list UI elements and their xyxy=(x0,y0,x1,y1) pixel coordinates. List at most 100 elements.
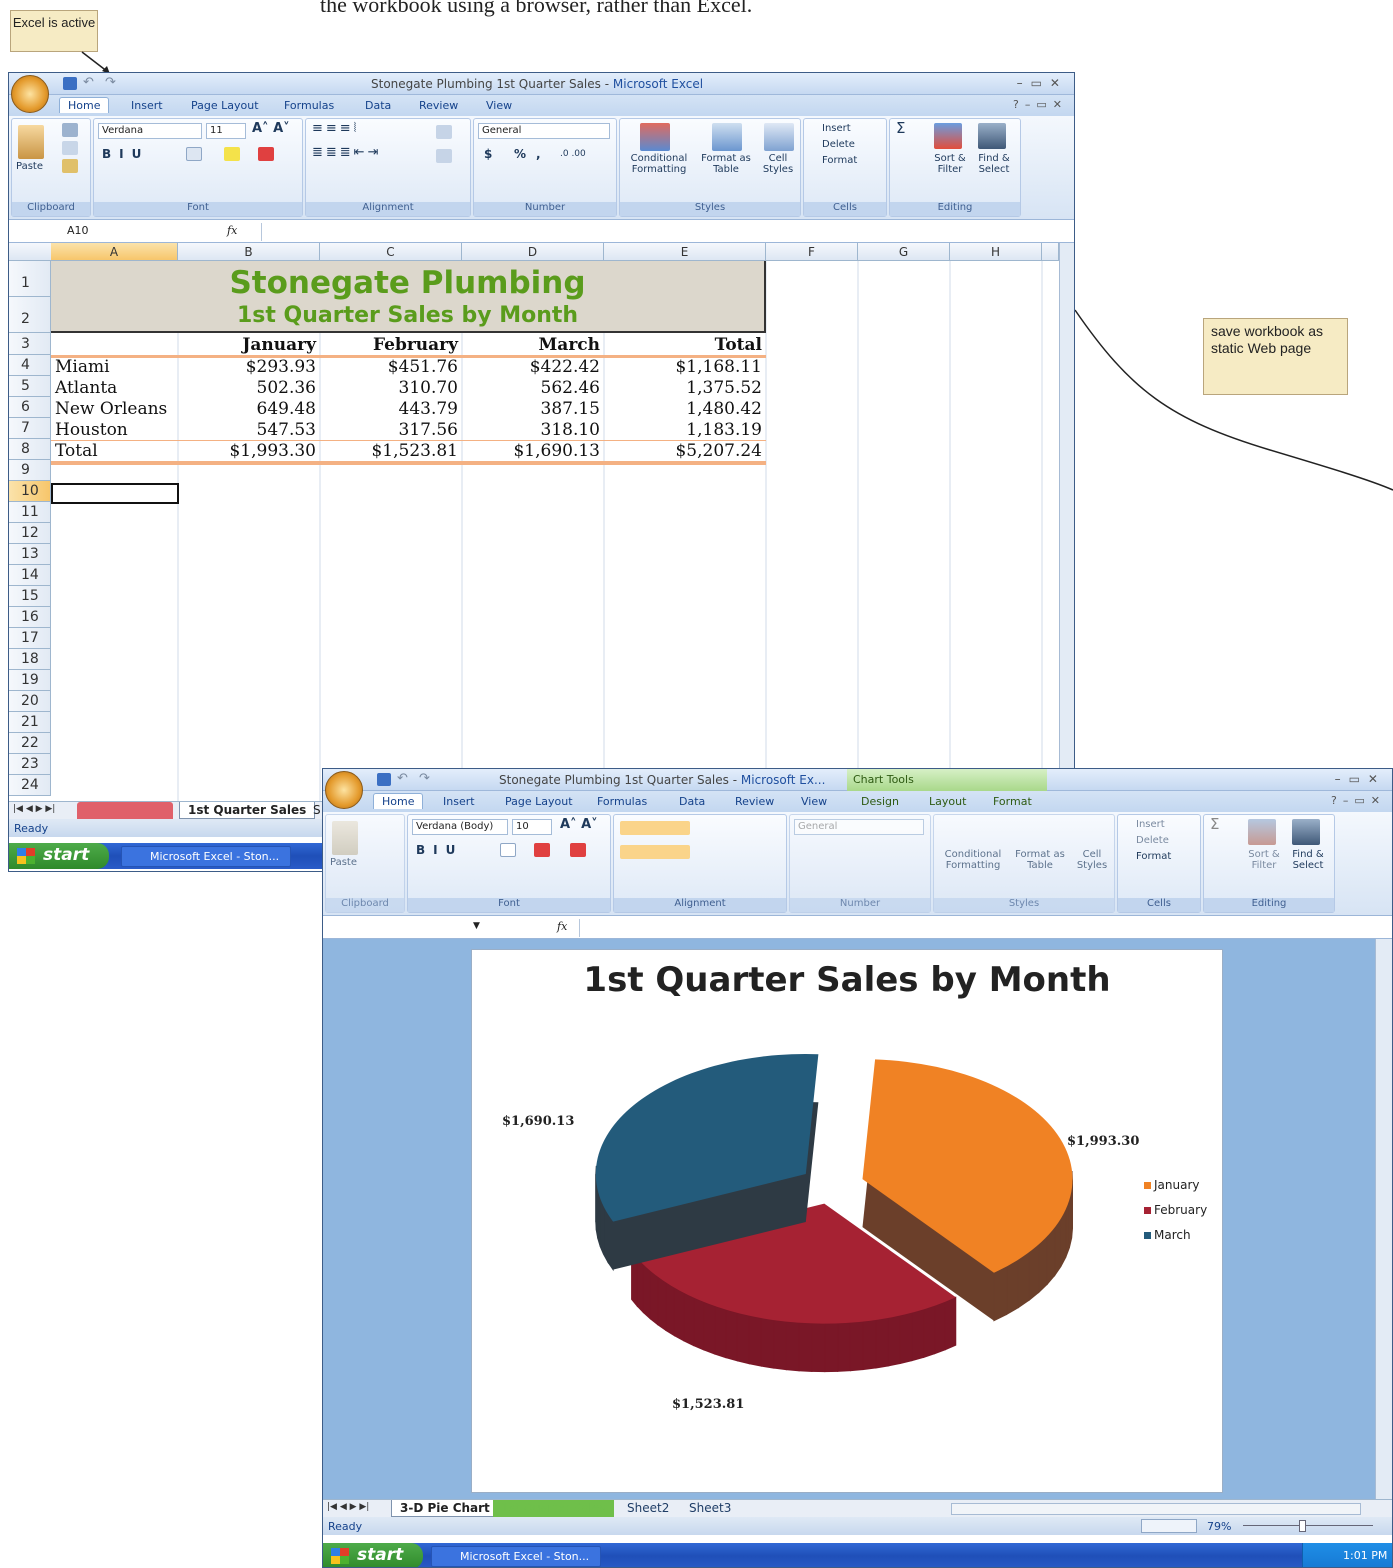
bold-italic-underline[interactable]: BIU xyxy=(102,148,149,160)
cell-styles-icon[interactable] xyxy=(764,123,794,151)
row-header[interactable]: 24 xyxy=(9,775,51,796)
binoculars-icon[interactable] xyxy=(978,123,1006,149)
align-top-icons[interactable]: ≡≡≡⦚ xyxy=(312,122,359,135)
row-header[interactable]: 21 xyxy=(9,712,51,733)
borders-icon[interactable] xyxy=(186,147,202,161)
zoom-thumb[interactable] xyxy=(1299,1520,1306,1532)
row-header[interactable]: 11 xyxy=(9,502,51,523)
column-header[interactable]: C xyxy=(320,243,462,261)
copy-icon[interactable] xyxy=(62,141,78,155)
column-header[interactable]: D xyxy=(462,243,604,261)
merge-center-icon[interactable] xyxy=(436,149,452,163)
row-header[interactable]: 4 xyxy=(9,355,51,376)
formula-input[interactable] xyxy=(579,919,1369,937)
font-name-combo[interactable]: Verdana (Body) xyxy=(412,819,508,835)
format-as-table-button[interactable]: Format as Table xyxy=(1010,849,1070,871)
name-box[interactable]: A10 xyxy=(13,224,163,240)
tab-review[interactable]: Review xyxy=(735,795,774,808)
save-icon[interactable] xyxy=(377,773,391,786)
number-format-combo[interactable]: General xyxy=(794,819,924,835)
tab-insert[interactable]: Insert xyxy=(443,795,475,808)
zoom-slider[interactable] xyxy=(1243,1525,1373,1526)
fx-icon[interactable]: fx xyxy=(557,920,567,933)
fill-color-icon[interactable] xyxy=(534,843,550,857)
row-header[interactable]: 19 xyxy=(9,670,51,691)
tab-layout[interactable]: Layout xyxy=(929,795,966,808)
sheet-tab-pie[interactable]: 3-D Pie Chart xyxy=(77,802,173,819)
row-header[interactable]: 6 xyxy=(9,397,51,418)
tab-design[interactable]: Design xyxy=(861,795,899,808)
tab-formulas[interactable]: Formulas xyxy=(284,99,334,112)
comma-button[interactable]: , xyxy=(536,148,541,160)
column-header[interactable]: E xyxy=(604,243,766,261)
row-header[interactable]: 14 xyxy=(9,565,51,586)
tab-page-layout[interactable]: Page Layout xyxy=(191,99,259,112)
cell-styles-button[interactable]: Cell Styles xyxy=(1072,849,1112,871)
row-header[interactable]: 20 xyxy=(9,691,51,712)
help-icon[interactable]: ?–▭✕ xyxy=(1331,794,1386,807)
window-controls[interactable]: –▭✕ xyxy=(1017,76,1068,90)
tab-data[interactable]: Data xyxy=(679,795,705,808)
font-size-combo[interactable]: 11 xyxy=(206,123,246,139)
row-header[interactable]: 5 xyxy=(9,376,51,397)
font-name-combo[interactable]: Verdana xyxy=(98,123,202,139)
paste-icon[interactable] xyxy=(332,821,358,855)
vertical-scrollbar[interactable] xyxy=(1059,243,1074,801)
autosum-icon[interactable]: Σ xyxy=(896,121,905,136)
format-cells-button[interactable]: Format xyxy=(1136,851,1171,862)
percent-button[interactable]: % xyxy=(514,148,526,160)
cut-icon[interactable] xyxy=(62,123,78,137)
sheet-tab-sales[interactable]: 1st Quarter Sales xyxy=(179,802,316,819)
tab-home[interactable]: Home xyxy=(373,793,424,809)
worksheet-grid[interactable]: A B C D E F G H 1 2 3 Stonegate Plumbing… xyxy=(9,243,1074,801)
fill-color-icon[interactable] xyxy=(224,147,240,161)
sort-filter-button[interactable]: Sort & Filter xyxy=(930,153,970,175)
format-painter-icon[interactable] xyxy=(62,159,78,173)
column-header[interactable]: F xyxy=(766,243,858,261)
row-header[interactable]: 15 xyxy=(9,586,51,607)
align-left-icons[interactable]: ≣≣≣⇤⇥ xyxy=(312,146,381,159)
column-header[interactable]: H xyxy=(950,243,1042,261)
format-cells-button[interactable]: Format xyxy=(822,155,857,166)
active-cell[interactable] xyxy=(51,483,179,504)
taskbar-excel[interactable]: Microsoft Excel - Ston... xyxy=(121,846,291,867)
view-buttons[interactable] xyxy=(1141,1519,1197,1533)
row-header[interactable]: 23 xyxy=(9,754,51,775)
find-select-button[interactable]: Find & Select xyxy=(972,153,1016,175)
autosum-icon[interactable]: Σ xyxy=(1210,817,1219,832)
row-header[interactable]: 13 xyxy=(9,544,51,565)
tab-review[interactable]: Review xyxy=(419,99,458,112)
tab-insert[interactable]: Insert xyxy=(131,99,163,112)
formula-input[interactable] xyxy=(261,223,1051,241)
tab-home[interactable]: Home xyxy=(59,97,110,113)
column-header[interactable]: B xyxy=(178,243,320,261)
redo-icon[interactable]: ↷ xyxy=(105,75,116,90)
conditional-formatting-button[interactable]: Conditional Formatting xyxy=(938,849,1008,871)
sheet-tab-sheet3[interactable]: Sheet3 xyxy=(681,1500,739,1517)
undo-icon[interactable]: ↶ xyxy=(397,771,408,786)
delete-cells-button[interactable]: Delete xyxy=(822,139,855,150)
sort-filter-icon[interactable] xyxy=(934,123,962,149)
chart-area[interactable]: 1st Quarter Sales by Month $1,993.30 $1,5… xyxy=(471,949,1223,1493)
sort-filter-button[interactable]: Sort & Filter xyxy=(1244,849,1284,871)
tab-view[interactable]: View xyxy=(486,99,512,112)
insert-cells-button[interactable]: Insert xyxy=(822,123,851,134)
paste-button[interactable]: Paste xyxy=(16,161,43,172)
save-icon[interactable] xyxy=(63,77,77,90)
row-header[interactable]: 8 xyxy=(9,439,51,460)
decimal-buttons[interactable]: .0 .00 xyxy=(560,149,586,160)
sheet-tab-pie[interactable]: 3-D Pie Chart xyxy=(391,1500,499,1517)
row-header[interactable]: 18 xyxy=(9,649,51,670)
row-header[interactable]: 2 xyxy=(9,297,51,333)
column-header[interactable]: G xyxy=(858,243,950,261)
format-as-table-button[interactable]: Format as Table xyxy=(696,153,756,175)
font-color-icon[interactable] xyxy=(570,843,586,857)
binoculars-icon[interactable] xyxy=(1292,819,1320,845)
paste-icon[interactable] xyxy=(18,125,44,159)
window-controls[interactable]: –▭✕ xyxy=(1335,772,1386,786)
tab-view[interactable]: View xyxy=(801,795,827,808)
row-header[interactable]: 1 xyxy=(9,261,51,297)
wrap-text-icon[interactable] xyxy=(436,125,452,139)
sort-filter-icon[interactable] xyxy=(1248,819,1276,845)
find-select-button[interactable]: Find & Select xyxy=(1286,849,1330,871)
